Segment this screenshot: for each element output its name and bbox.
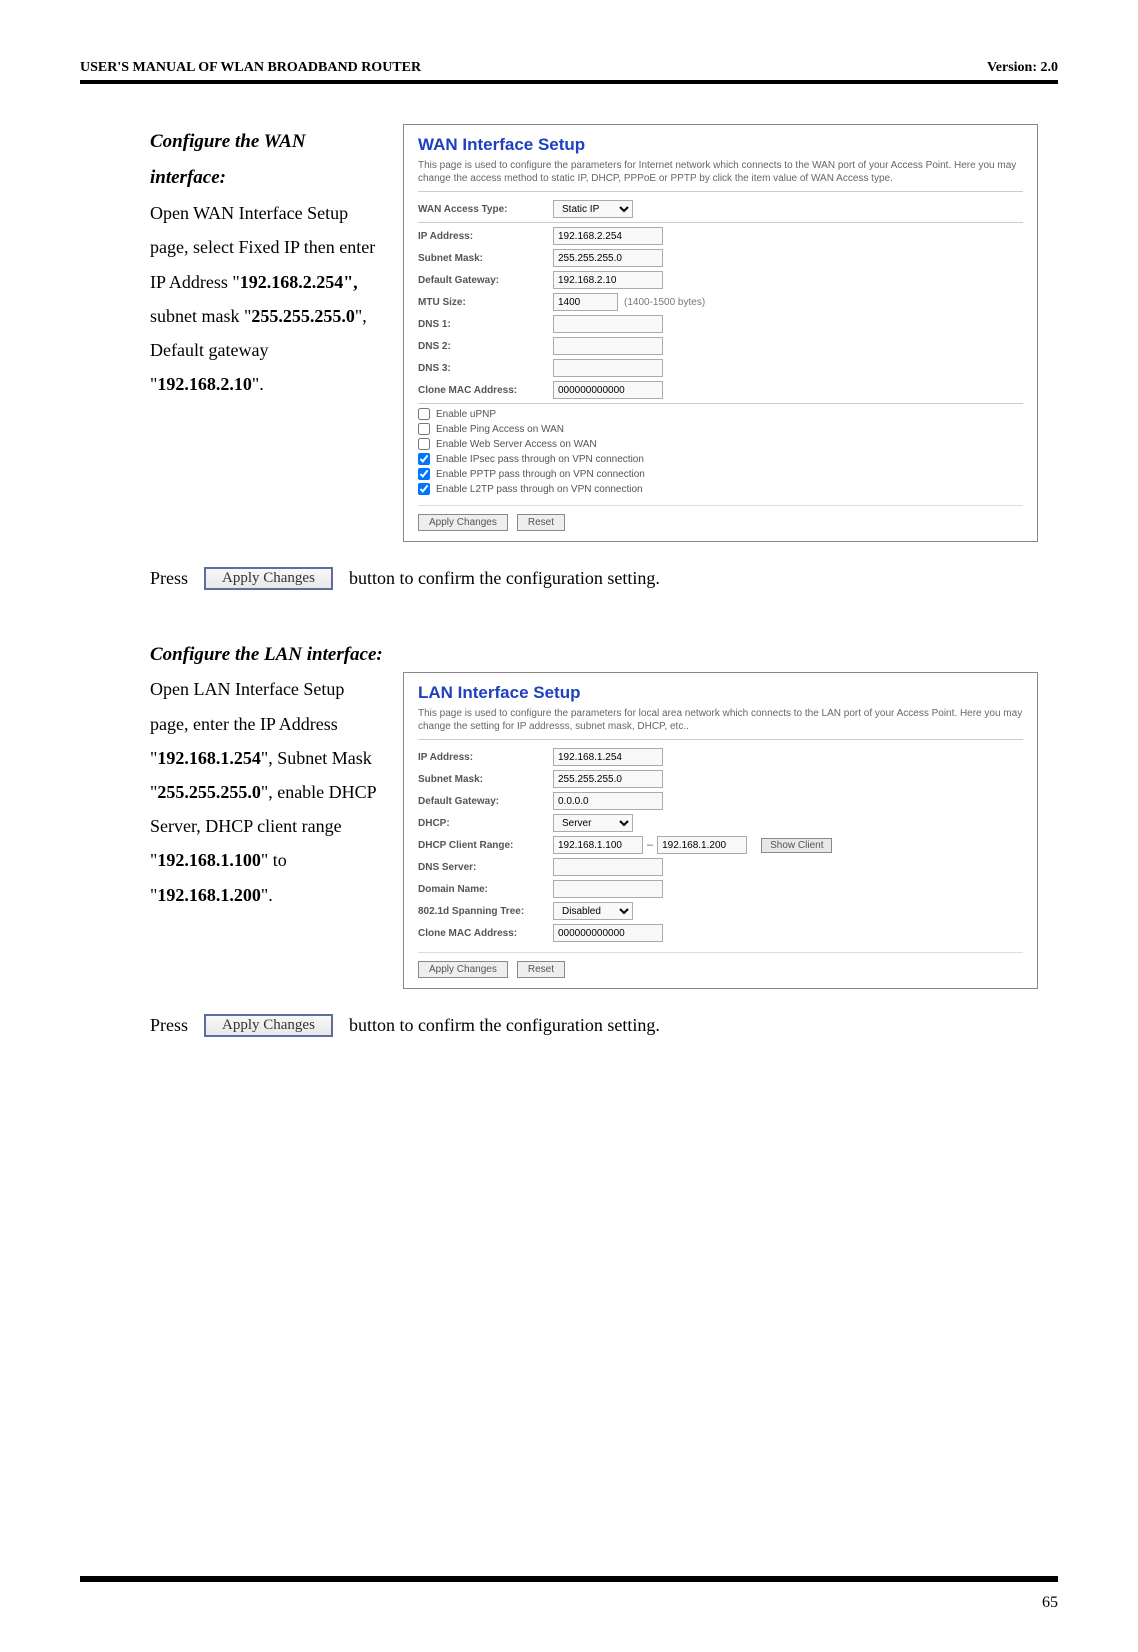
wan-panel: WAN Interface Setup This page is used to… [403,124,1038,542]
press-row-lan: Press Apply Changes button to confirm th… [150,1009,1038,1041]
divider [418,403,1023,404]
wan-panel-title: WAN Interface Setup [418,135,1023,155]
lan-body-5: ". [261,885,273,905]
chk-upnp-label: Enable uPNP [436,409,496,420]
wan-gw: 192.168.2.10 [157,374,252,394]
lan-dhcp-label: DHCP: [418,818,553,829]
wan-apply-button[interactable]: Apply Changes [418,514,508,531]
wan-mtu-input[interactable] [553,293,618,311]
footer-rule [80,1576,1058,1582]
lan-domain-input[interactable] [553,880,663,898]
range-separator: – [647,839,653,851]
lan-range-start-input[interactable] [553,836,643,854]
press-suffix: button to confirm the configuration sett… [349,562,660,594]
header-left: USER'S MANUAL OF WLAN BROADBAND ROUTER [80,60,421,76]
chk-webserver[interactable] [418,438,430,450]
header-rule [80,80,1058,84]
wan-ip: 192.168.2.254", [240,272,358,292]
wan-mask-input[interactable] [553,249,663,267]
chk-ping[interactable] [418,423,430,435]
chk-upnp[interactable] [418,408,430,420]
apply-changes-button[interactable]: Apply Changes [204,567,333,590]
divider [418,222,1023,223]
press-row-wan: Press Apply Changes button to confirm th… [150,562,1038,594]
lan-reset-button[interactable]: Reset [517,961,565,978]
lan-ip: 192.168.1.254 [157,748,261,768]
lan-ip-input[interactable] [553,748,663,766]
lan-section: Open LAN Interface Setup page, enter the… [150,672,1038,989]
page-number: 65 [1042,1594,1058,1612]
lan-panel-desc: This page is used to configure the param… [418,707,1023,740]
wan-reset-button[interactable]: Reset [517,514,565,531]
wan-dns1-label: DNS 1: [418,319,553,330]
wan-section: Configure the WAN interface: Open WAN In… [150,124,1038,542]
lan-gw-label: Default Gateway: [418,796,553,807]
chk-ipsec-label: Enable IPsec pass through on VPN connect… [436,454,644,465]
chk-l2tp-label: Enable L2TP pass through on VPN connecti… [436,484,643,495]
wan-mask-label: Subnet Mask: [418,253,553,264]
show-client-button[interactable]: Show Client [761,838,832,853]
wan-mtu-note: (1400-1500 bytes) [624,297,705,308]
lan-clone-label: Clone MAC Address: [418,928,553,939]
wan-dns2-label: DNS 2: [418,341,553,352]
chk-l2tp[interactable] [418,483,430,495]
wan-dns3-input[interactable] [553,359,663,377]
lan-stp-label: 802.1d Spanning Tree: [418,906,553,917]
lan-dhcp-select[interactable]: Server [553,814,633,832]
lan-range-end-input[interactable] [657,836,747,854]
wan-text-column: Configure the WAN interface: Open WAN In… [150,124,385,542]
page-header: USER'S MANUAL OF WLAN BROADBAND ROUTER V… [80,60,1058,76]
lan-dns-label: DNS Server: [418,862,553,873]
lan-panel: LAN Interface Setup This page is used to… [403,672,1038,989]
lan-start: 192.168.1.100 [157,850,261,870]
lan-dns-input[interactable] [553,858,663,876]
press-text: Press [150,1009,188,1041]
chk-pptp-label: Enable PPTP pass through on VPN connecti… [436,469,645,480]
lan-domain-label: Domain Name: [418,884,553,895]
wan-dns1-input[interactable] [553,315,663,333]
lan-end: 192.168.1.200 [157,885,261,905]
lan-clone-input[interactable] [553,924,663,942]
chk-ipsec[interactable] [418,453,430,465]
chk-ping-label: Enable Ping Access on WAN [436,424,564,435]
press-suffix: button to confirm the configuration sett… [349,1009,660,1041]
chk-webserver-label: Enable Web Server Access on WAN [436,439,597,450]
lan-gw-input[interactable] [553,792,663,810]
lan-mask-input[interactable] [553,770,663,788]
lan-range-label: DHCP Client Range: [418,840,553,851]
press-text: Press [150,562,188,594]
wan-mask: 255.255.255.0 [251,306,355,326]
wan-access-type-select[interactable]: Static IP [553,200,633,218]
wan-mtu-label: MTU Size: [418,297,553,308]
wan-access-type-label: WAN Access Type: [418,204,553,215]
wan-gw-label: Default Gateway: [418,275,553,286]
lan-panel-title: LAN Interface Setup [418,683,1023,703]
wan-title: Configure the WAN interface: [150,124,385,196]
apply-changes-button[interactable]: Apply Changes [204,1014,333,1037]
wan-dns3-label: DNS 3: [418,363,553,374]
lan-ip-label: IP Address: [418,752,553,763]
lan-apply-button[interactable]: Apply Changes [418,961,508,978]
wan-ip-label: IP Address: [418,231,553,242]
wan-body-4: ". [252,374,264,394]
header-right: Version: 2.0 [987,60,1058,76]
lan-stp-select[interactable]: Disabled [553,902,633,920]
wan-gw-input[interactable] [553,271,663,289]
lan-title: Configure the LAN interface: [150,644,1038,666]
wan-panel-desc: This page is used to configure the param… [418,159,1023,192]
lan-mask: 255.255.255.0 [157,782,261,802]
wan-body-2: subnet mask " [150,306,251,326]
lan-mask-label: Subnet Mask: [418,774,553,785]
lan-text-column: Open LAN Interface Setup page, enter the… [150,672,385,989]
wan-clone-label: Clone MAC Address: [418,385,553,396]
chk-pptp[interactable] [418,468,430,480]
wan-clone-input[interactable] [553,381,663,399]
wan-ip-input[interactable] [553,227,663,245]
wan-dns2-input[interactable] [553,337,663,355]
